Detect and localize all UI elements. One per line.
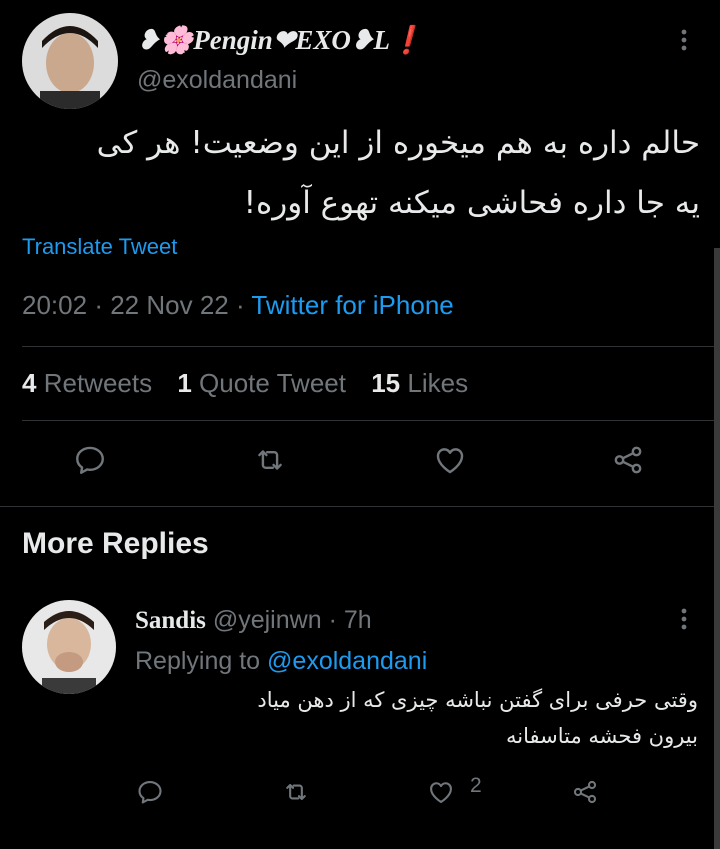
like-icon[interactable] [421, 772, 461, 812]
replying-prefix: Replying to [135, 647, 261, 675]
reply-tweet[interactable]: Sandis @yejinwn · 7h Replying to @exolda… [0, 590, 714, 849]
retweet-icon[interactable] [276, 772, 316, 812]
translate-tweet-link[interactable]: Translate Tweet [22, 234, 177, 260]
tweet-stats: 4 Retweets 1 Quote Tweet 15 Likes [22, 368, 486, 399]
likes-stat[interactable]: 15 Likes [371, 368, 468, 398]
likes-label: Likes [407, 368, 469, 398]
reply-like-count: 2 [470, 774, 482, 797]
tweet-date[interactable]: 22 Nov 22 [110, 290, 229, 320]
reply-text-line: بیرون فحشه متاسفانه [506, 724, 698, 748]
reply-actions: 2 [0, 772, 714, 812]
reply-author-name[interactable]: Sandis [135, 607, 206, 634]
reply-icon[interactable] [70, 440, 110, 480]
retweets-label: Retweets [43, 368, 153, 398]
reply-author-handle[interactable]: @yejinwn [213, 606, 322, 634]
share-icon[interactable] [608, 440, 648, 480]
quotes-stat[interactable]: 1 Quote Tweet [177, 368, 346, 398]
tweet-actions [0, 440, 714, 490]
retweet-icon[interactable] [250, 440, 290, 480]
likes-count: 15 [371, 368, 401, 398]
main-tweet: ❥🌸Pengin❤EXO❥L❗ @exoldandani حالم داره ب… [0, 0, 714, 507]
quotes-label: Quote Tweet [199, 368, 346, 398]
meta-separator: · [328, 606, 337, 634]
retweets-count: 4 [22, 368, 37, 398]
meta-separator: · [94, 290, 103, 320]
divider [22, 346, 714, 347]
reply-author-avatar[interactable] [22, 600, 116, 694]
tweet-text-line: یه جا داره فحاشی میکنه تهوع آوره! [243, 185, 700, 221]
author-avatar[interactable] [22, 13, 118, 109]
reply-text: وقتی حرفی برای گفتن نباشه چیزی که از دهن… [140, 682, 698, 754]
meta-separator: · [235, 290, 245, 320]
more-icon[interactable] [674, 25, 694, 55]
author-handle[interactable]: @exoldandani [137, 66, 297, 95]
more-replies-heading: More Replies [22, 527, 209, 560]
tweet-source-link[interactable]: Twitter for iPhone [251, 290, 453, 320]
replying-to-handle[interactable]: @exoldandani [267, 647, 427, 675]
share-icon[interactable] [565, 772, 605, 812]
divider [22, 420, 714, 421]
reply-icon[interactable] [130, 772, 170, 812]
reply-text-line: وقتی حرفی برای گفتن نباشه چیزی که از دهن… [257, 688, 698, 712]
tweet-time[interactable]: 20:02 [22, 290, 87, 320]
author-name[interactable]: ❥🌸Pengin❤EXO❥L❗ [137, 24, 424, 56]
retweets-stat[interactable]: 4 Retweets [22, 368, 152, 398]
scrollbar[interactable] [714, 248, 720, 849]
like-icon[interactable] [430, 440, 470, 480]
reply-header: Sandis @yejinwn · 7h [135, 606, 372, 635]
tweet-text: حالم داره به هم میخوره از این وضعیت! هر … [20, 113, 700, 233]
more-icon[interactable] [674, 604, 694, 634]
tweet-text-line: حالم داره به هم میخوره از این وضعیت! هر … [96, 125, 700, 161]
reply-time[interactable]: 7h [344, 606, 372, 634]
replying-to: Replying to @exoldandani [135, 647, 427, 676]
tweet-meta: 20:02 · 22 Nov 22 · Twitter for iPhone [22, 290, 454, 321]
quotes-count: 1 [177, 368, 192, 398]
